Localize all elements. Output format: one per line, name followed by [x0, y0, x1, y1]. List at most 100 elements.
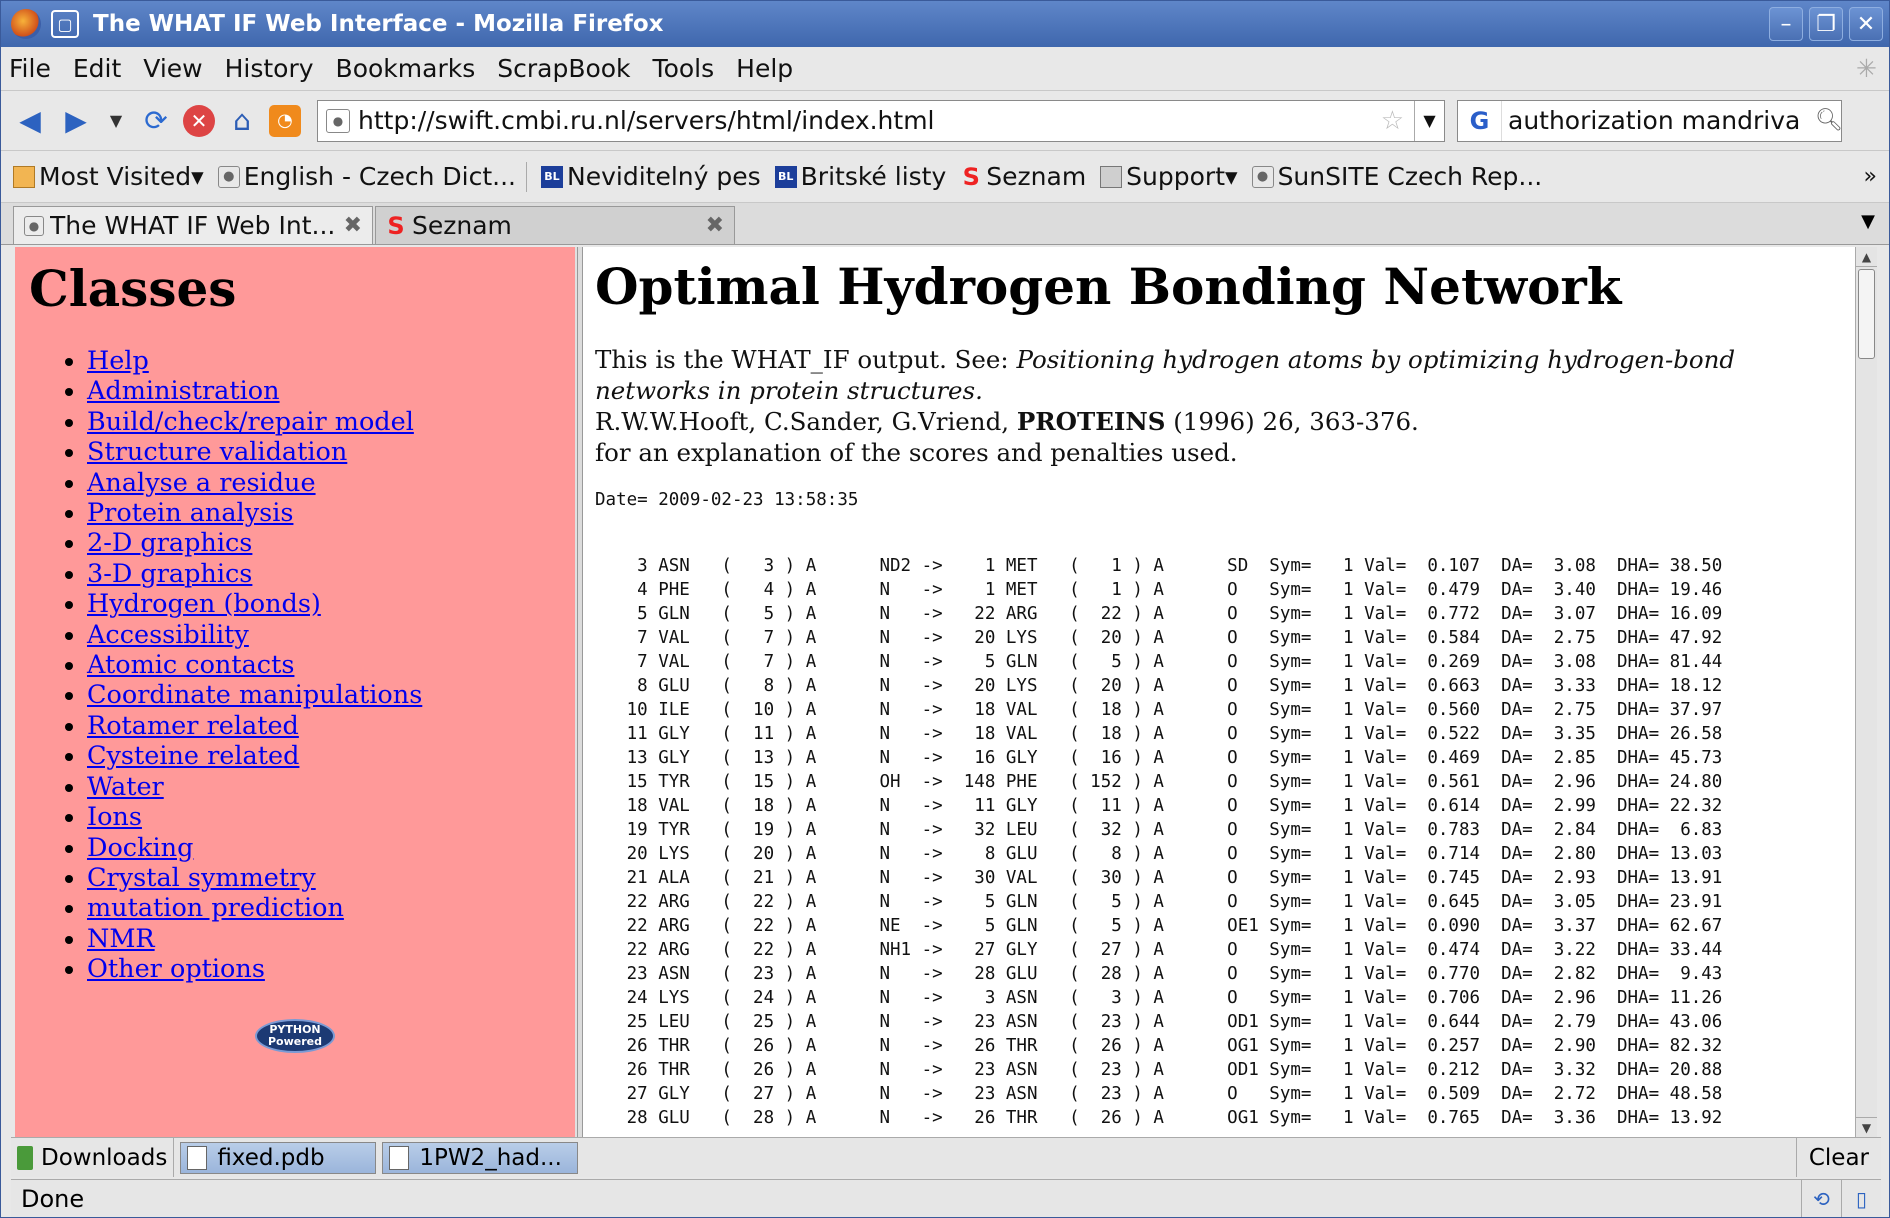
menu-bookmarks[interactable]: Bookmarks	[336, 54, 476, 83]
list-item: Structure validation	[87, 437, 575, 467]
link-administration[interactable]: Administration	[87, 376, 280, 406]
table-row: 7 VAL ( 7 ) A N -> 5 GLN ( 5 ) A O Sym= …	[595, 652, 1723, 672]
close-button[interactable]: ✕	[1849, 7, 1883, 41]
list-item: Analyse a residue	[87, 468, 575, 498]
window-title: The WHAT IF Web Interface - Mozilla Fire…	[93, 11, 664, 37]
tab-list-dropdown-icon[interactable]: ▼	[1861, 211, 1875, 232]
site-identity-icon[interactable]: ●	[326, 108, 350, 133]
link-2d-graphics[interactable]: 2-D graphics	[87, 528, 252, 558]
link-structure-validation[interactable]: Structure validation	[87, 437, 347, 467]
download-item-1pw2[interactable]: 1PW2_had...	[382, 1141, 579, 1174]
file-icon	[389, 1145, 410, 1170]
menu-history[interactable]: History	[225, 54, 314, 83]
list-item: Rotamer related	[87, 711, 575, 741]
stop-icon[interactable]: ✕	[183, 104, 215, 137]
link-ions[interactable]: Ions	[87, 802, 142, 832]
bookmark-seznam[interactable]: S Seznam	[960, 162, 1087, 191]
minimize-button[interactable]: –	[1769, 7, 1803, 41]
rss-feed-icon[interactable]: ◔	[269, 104, 301, 137]
python-powered-logo[interactable]: PYTHON Powered	[255, 1019, 335, 1053]
close-tab-icon[interactable]: ✖	[706, 213, 724, 238]
link-docking[interactable]: Docking	[87, 833, 193, 863]
sidebar-toggle-icon[interactable]: ▯	[1841, 1180, 1881, 1217]
seznam-icon: S	[387, 211, 405, 240]
bookmark-sunsite[interactable]: ● SunSITE Czech Rep...	[1251, 162, 1542, 191]
output-date: Date= 2009-02-23 13:58:35	[595, 490, 859, 510]
tab-what-if[interactable]: ● The WHAT IF Web Int... ✖	[13, 206, 373, 244]
downloads-label[interactable]: Downloads	[11, 1138, 175, 1177]
link-3d-graphics[interactable]: 3-D graphics	[87, 559, 252, 589]
scroll-down-icon[interactable]: ▼	[1856, 1117, 1877, 1137]
seznam-icon: S	[962, 162, 980, 191]
page-icon: ●	[217, 165, 240, 188]
browser-window: ▢ The WHAT IF Web Interface - Mozilla Fi…	[0, 0, 1890, 1218]
bookmark-most-visited[interactable]: Most Visited ▾	[13, 162, 204, 191]
link-mutation-prediction[interactable]: mutation prediction	[87, 893, 344, 923]
menu-tools[interactable]: Tools	[653, 54, 715, 83]
search-engine-icon[interactable]: G	[1458, 100, 1502, 141]
url-text[interactable]: http://swift.cmbi.ru.nl/servers/html/ind…	[358, 106, 1381, 135]
bookmark-star-icon[interactable]: ☆	[1381, 106, 1404, 136]
menu-scrapbook[interactable]: ScrapBook	[497, 54, 630, 83]
link-accessibility[interactable]: Accessibility	[87, 620, 249, 650]
tab-seznam[interactable]: S Seznam ✖	[375, 206, 735, 244]
bookmark-support[interactable]: Support ▾	[1100, 162, 1238, 191]
link-cysteine-related[interactable]: Cysteine related	[87, 741, 299, 771]
maximize-button[interactable]: ❐	[1809, 7, 1843, 41]
list-item: Accessibility	[87, 620, 575, 650]
search-box[interactable]: G authorization mandriva 🔍︎	[1457, 99, 1843, 142]
link-hydrogen-bonds[interactable]: Hydrogen (bonds)	[87, 589, 321, 619]
link-water[interactable]: Water	[87, 772, 164, 802]
tab-bar: ● The WHAT IF Web Int... ✖ S Seznam ✖ ▼	[1, 203, 1889, 245]
journal-name: PROTEINS	[1016, 407, 1166, 436]
bookmarks-toolbar: Most Visited ▾ ● English - Czech Dict... B…	[1, 151, 1889, 203]
reload-icon[interactable]: ⟳	[137, 102, 175, 140]
link-rotamer-related[interactable]: Rotamer related	[87, 711, 299, 741]
chevron-more-icon[interactable]: »	[1864, 164, 1877, 189]
link-protein-analysis[interactable]: Protein analysis	[87, 498, 293, 528]
table-row: 11 GLY ( 11 ) A N -> 18 VAL ( 18 ) A O S…	[595, 724, 1723, 744]
menu-help[interactable]: Help	[736, 54, 793, 83]
history-dropdown-icon[interactable]: ▼	[103, 102, 129, 140]
scrollbar-thumb[interactable]	[1858, 269, 1875, 359]
table-row: 25 LEU ( 25 ) A N -> 23 ASN ( 23 ) A OD1…	[595, 1012, 1723, 1032]
url-bar[interactable]: ● http://swift.cmbi.ru.nl/servers/html/i…	[317, 99, 1445, 142]
bookmark-english-czech[interactable]: ● English - Czech Dict...	[217, 161, 527, 192]
table-row: 28 GLU ( 28 ) A N -> 26 THR ( 26 ) A OG1…	[595, 1108, 1723, 1128]
table-row: 13 GLY ( 13 ) A N -> 16 GLY ( 16 ) A O S…	[595, 748, 1723, 768]
table-row: 8 GLU ( 8 ) A N -> 20 LYS ( 20 ) A O Sym…	[595, 676, 1723, 696]
menu-view[interactable]: View	[143, 54, 202, 83]
link-other-options[interactable]: Other options	[87, 954, 265, 984]
link-coordinate-manipulations[interactable]: Coordinate manipulations	[87, 680, 422, 710]
link-analyse-residue[interactable]: Analyse a residue	[87, 468, 316, 498]
bookmark-nevideitelny-pes[interactable]: BL Neviditelný pes	[541, 162, 761, 191]
search-icon[interactable]: 🔍︎	[1815, 108, 1843, 133]
bookmark-britske-listy[interactable]: BL Britské listy	[774, 162, 946, 191]
download-item-fixed-pdb[interactable]: fixed.pdb	[180, 1141, 377, 1174]
list-item: Cysteine related	[87, 741, 575, 771]
link-crystal-symmetry[interactable]: Crystal symmetry	[87, 863, 316, 893]
clear-downloads-button[interactable]: Clear	[1795, 1138, 1869, 1177]
home-icon[interactable]: ⌂	[223, 102, 261, 140]
list-item: mutation prediction	[87, 893, 575, 923]
url-history-dropdown-icon[interactable]: ▼	[1414, 100, 1444, 141]
vertical-scrollbar[interactable]: ▲ ▼	[1855, 247, 1877, 1137]
close-tab-icon[interactable]: ✖	[344, 213, 362, 238]
forward-arrow-icon[interactable]: ▶	[57, 102, 95, 140]
link-build-check-repair[interactable]: Build/check/repair model	[87, 407, 414, 437]
window-menu-icon[interactable]: ▢	[51, 10, 79, 38]
list-item: Hydrogen (bonds)	[87, 589, 575, 619]
link-nmr[interactable]: NMR	[87, 924, 155, 954]
back-arrow-icon[interactable]: ◀	[11, 102, 49, 140]
menu-edit[interactable]: Edit	[73, 54, 121, 83]
search-input[interactable]: authorization mandriva	[1502, 106, 1815, 135]
scroll-up-icon[interactable]: ▲	[1856, 247, 1877, 267]
list-item: Crystal symmetry	[87, 863, 575, 893]
link-help[interactable]: Help	[87, 346, 149, 376]
folder-icon	[1100, 165, 1123, 188]
firefox-icon[interactable]	[11, 9, 41, 39]
link-atomic-contacts[interactable]: Atomic contacts	[87, 650, 294, 680]
sync-icon[interactable]: ⟲	[1801, 1180, 1841, 1217]
menu-file[interactable]: File	[9, 54, 51, 83]
table-row: 23 ASN ( 23 ) A N -> 28 GLU ( 28 ) A O S…	[595, 964, 1723, 984]
